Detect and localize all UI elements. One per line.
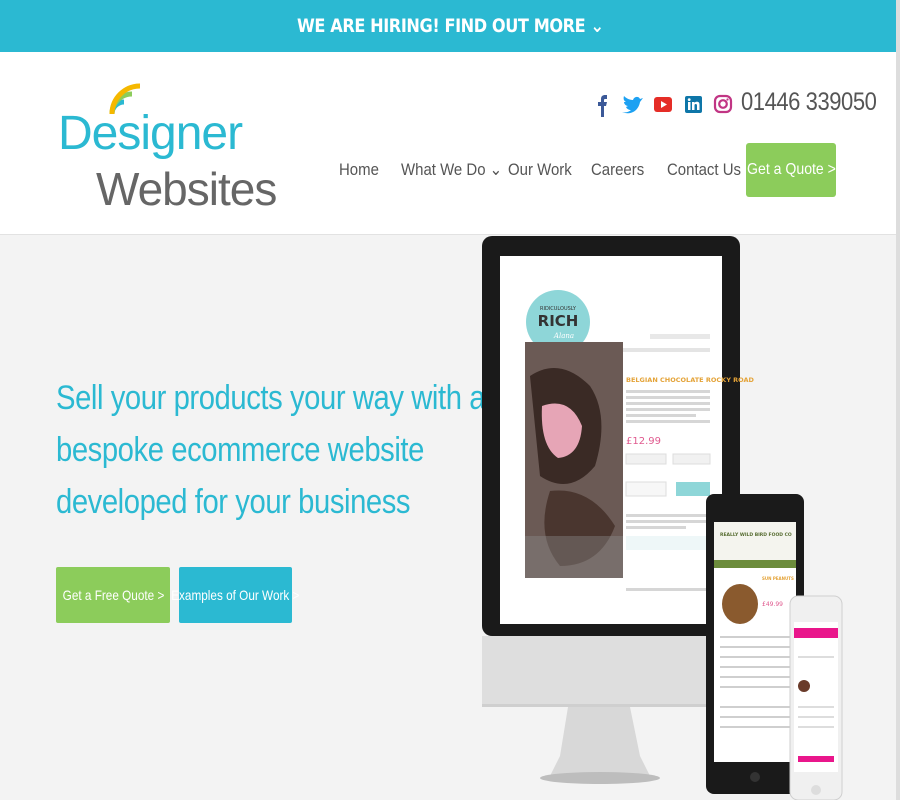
hiring-banner: WE ARE HIRING! FIND OUT MORE ⌄: [0, 0, 900, 52]
hero-line-2: bespoke ecommerce website: [56, 431, 424, 469]
get-a-quote-label: Get a Quote >: [746, 161, 836, 178]
nav-what-we-do[interactable]: What We Do ⌄: [401, 160, 502, 180]
examples-of-work-label: Examples of Our Work >: [171, 587, 300, 603]
logo-text-websites: Websites: [96, 163, 277, 215]
page-scrollbar[interactable]: [896, 0, 900, 800]
free-quote-label: Get a Free Quote >: [62, 587, 164, 603]
twitter-icon[interactable]: [618, 92, 648, 118]
product-title-text: BELGIAN CHOCOLATE ROCKY ROAD: [626, 376, 755, 384]
tablet-product-text: SUN PEANUTS: [762, 576, 794, 581]
hero-line-3: developed for your business: [56, 483, 411, 521]
phone-number[interactable]: 01446 339050: [741, 88, 877, 117]
nav-our-work[interactable]: Our Work: [508, 160, 572, 180]
nav-careers[interactable]: Careers: [591, 160, 644, 180]
logo-text-designer: Designer: [58, 107, 243, 160]
get-a-quote-button[interactable]: Get a Quote >: [746, 143, 836, 197]
hero-line-1: Sell your products your way with a: [56, 379, 486, 417]
tablet-price-text: £49.99: [762, 601, 783, 608]
linkedin-icon[interactable]: [678, 92, 708, 118]
brand-rich-text: RICH: [538, 312, 579, 330]
hiring-link[interactable]: WE ARE HIRING! FIND OUT MORE ⌄: [297, 15, 604, 37]
free-quote-button[interactable]: Get a Free Quote >: [56, 567, 170, 623]
social-links: [588, 92, 738, 118]
logo[interactable]: Designer Websites: [58, 80, 277, 215]
hero-headline: Sell your products your way with a bespo…: [56, 372, 485, 528]
brand-sub-text: Alana: [553, 332, 574, 340]
site-header: Designer Websites 01446 339050 Home What…: [0, 52, 900, 235]
tablet-brand-text: REALLY WILD BIRD FOOD CO: [720, 532, 792, 538]
examples-of-work-button[interactable]: Examples of Our Work >: [171, 567, 300, 623]
facebook-icon[interactable]: [588, 92, 618, 118]
nav-home[interactable]: Home: [339, 160, 379, 180]
nav-contact-us[interactable]: Contact Us: [667, 160, 741, 180]
product-price-text: £12.99: [626, 436, 661, 447]
device-mockup-image: RIDICULOUSLY RICH Alana BELGIAN CHOCOLAT…: [482, 236, 843, 800]
instagram-icon[interactable]: [708, 92, 738, 118]
youtube-icon[interactable]: [648, 92, 678, 118]
